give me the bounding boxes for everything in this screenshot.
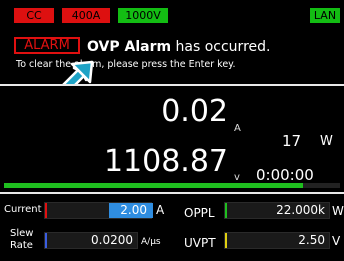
lan-badge: LAN: [310, 8, 340, 23]
current-setpoint-value: 2.00: [120, 203, 147, 217]
alarm-tag: ALARM: [14, 37, 80, 54]
mode-badge: CC: [14, 8, 54, 23]
oppl-unit: W: [332, 204, 344, 218]
settings-panel: Current 2.00 A Slew Rate 0.0200 A/µs OPP…: [0, 194, 344, 261]
slew-rate-label: Slew Rate: [10, 228, 33, 252]
alarm-title: OVP Alarm has occurred.: [87, 39, 270, 55]
voltage-reading: 1108.87: [103, 144, 228, 179]
progress-bar-fill: [4, 183, 303, 188]
measurement-panel: 0.02 A 17 W 1108.87 V 0:00:00: [0, 86, 344, 193]
current-setting-unit: A: [156, 203, 165, 217]
power-reading: 17: [282, 132, 302, 150]
slew-rate-unit: A/µs: [141, 237, 161, 247]
oppl-value: 22.000k: [276, 203, 325, 217]
elapsed-time: 0:00:00: [256, 166, 314, 184]
slew-label-line2: Rate: [10, 240, 33, 251]
uvpt-unit: V: [332, 234, 341, 248]
power-unit: W: [320, 134, 333, 149]
voltage-unit: V: [234, 172, 240, 183]
progress-bar: [4, 183, 340, 188]
alarm-title-bold: OVP Alarm: [87, 39, 172, 55]
voltage-range-badge: 1000V: [118, 8, 168, 23]
slew-rate-value: 0.0200: [91, 233, 133, 247]
current-setting-label: Current: [4, 204, 42, 215]
instrument-display: CC 400A 1000V LAN ALARM OVP Alarm has oc…: [0, 0, 344, 261]
oppl-label: OPPL: [184, 206, 215, 220]
uvpt-label: UVPT: [184, 236, 216, 250]
current-reading: 0.02: [161, 94, 228, 129]
slew-label-line1: Slew: [10, 228, 34, 239]
slew-rate-field[interactable]: 0.0200: [44, 232, 138, 249]
uvpt-field[interactable]: 2.50: [224, 232, 330, 249]
current-setpoint-field[interactable]: 2.00: [44, 202, 153, 219]
alarm-title-rest: has occurred.: [171, 39, 271, 55]
current-unit: A: [234, 123, 241, 134]
uvpt-value: 2.50: [298, 233, 325, 247]
oppl-field[interactable]: 22.000k: [224, 202, 330, 219]
current-range-badge: 400A: [62, 8, 110, 23]
